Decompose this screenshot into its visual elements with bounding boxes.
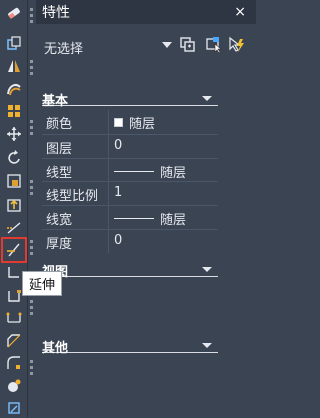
property-name: 厚度 (46, 236, 73, 252)
panel-titlebar: 特性 (36, 0, 256, 24)
panel-title: 特性 (42, 5, 70, 21)
chevron-down-icon (202, 267, 212, 272)
property-value: 0 (114, 232, 123, 248)
property-table: 颜色 随层 图层 0 线型 随层 线型比例 1 线宽 随层 厚度 0 (42, 110, 218, 253)
break-at-point-icon[interactable] (4, 262, 24, 282)
trim-icon[interactable] (4, 218, 24, 238)
property-value: 随层 (114, 209, 186, 228)
copy-icon[interactable] (4, 34, 24, 54)
selection-value: 无选择 (44, 42, 84, 57)
offset-icon[interactable] (4, 79, 24, 99)
property-row-layer[interactable]: 图层 0 (42, 133, 218, 158)
scale-icon[interactable] (4, 171, 24, 191)
panel-grip[interactable] (28, 0, 36, 418)
toggle-pickadd-icon[interactable] (179, 36, 197, 54)
extend-tooltip: 延伸 (22, 271, 62, 296)
extend-icon[interactable] (1, 237, 27, 263)
break-icon[interactable] (4, 286, 24, 306)
section-general[interactable]: 基本 (42, 90, 218, 109)
property-name: 线宽 (46, 213, 73, 229)
section-misc[interactable]: 其他 (42, 337, 218, 356)
property-row-lineweight[interactable]: 线宽 随层 (42, 205, 218, 229)
chevron-down-icon (202, 343, 212, 348)
properties-panel: 特性 × 无选择 基本 颜色 随层 图层 0 线型 随层 线型比例 1 线宽 随… (36, 0, 256, 418)
property-row-linetype-scale[interactable]: 线型比例 1 (42, 181, 218, 206)
chamfer-icon[interactable] (4, 331, 24, 351)
selection-dropdown[interactable]: 无选择 (44, 35, 172, 57)
stretch-icon[interactable] (4, 195, 24, 215)
color-swatch (114, 118, 123, 127)
line-sample (114, 170, 154, 172)
property-row-linetype[interactable]: 线型 随层 (42, 157, 218, 182)
property-name: 图层 (46, 141, 73, 157)
property-value: 随层 (114, 113, 155, 132)
move-icon[interactable] (4, 124, 24, 144)
mirror-icon[interactable] (4, 56, 24, 76)
property-value: 1 (114, 185, 123, 201)
property-row-color[interactable]: 颜色 随层 (42, 110, 218, 134)
property-value: 0 (114, 137, 123, 153)
array-icon[interactable] (4, 101, 24, 121)
property-value: 随层 (114, 162, 186, 181)
chevron-down-icon (162, 42, 172, 48)
explode-icon[interactable] (4, 398, 24, 418)
rotate-icon[interactable] (4, 148, 24, 168)
property-name: 线型比例 (46, 189, 99, 205)
quick-select-icon[interactable] (228, 36, 246, 54)
section-misc-label: 其他 (42, 341, 69, 356)
select-objects-icon[interactable] (205, 36, 223, 54)
property-name: 线型 (46, 165, 73, 181)
property-name: 颜色 (46, 117, 73, 132)
fillet-icon[interactable] (4, 353, 24, 373)
close-icon[interactable]: × (234, 5, 246, 19)
section-general-label: 基本 (42, 94, 69, 109)
section-view[interactable]: 视图 (42, 261, 218, 280)
chevron-down-icon (202, 96, 212, 101)
blend-icon[interactable] (4, 376, 24, 396)
line-sample (114, 218, 154, 220)
property-row-thickness[interactable]: 厚度 0 (42, 228, 218, 253)
join-icon[interactable] (4, 308, 24, 328)
erase-icon[interactable] (4, 3, 24, 23)
modify-toolbar (0, 0, 28, 418)
